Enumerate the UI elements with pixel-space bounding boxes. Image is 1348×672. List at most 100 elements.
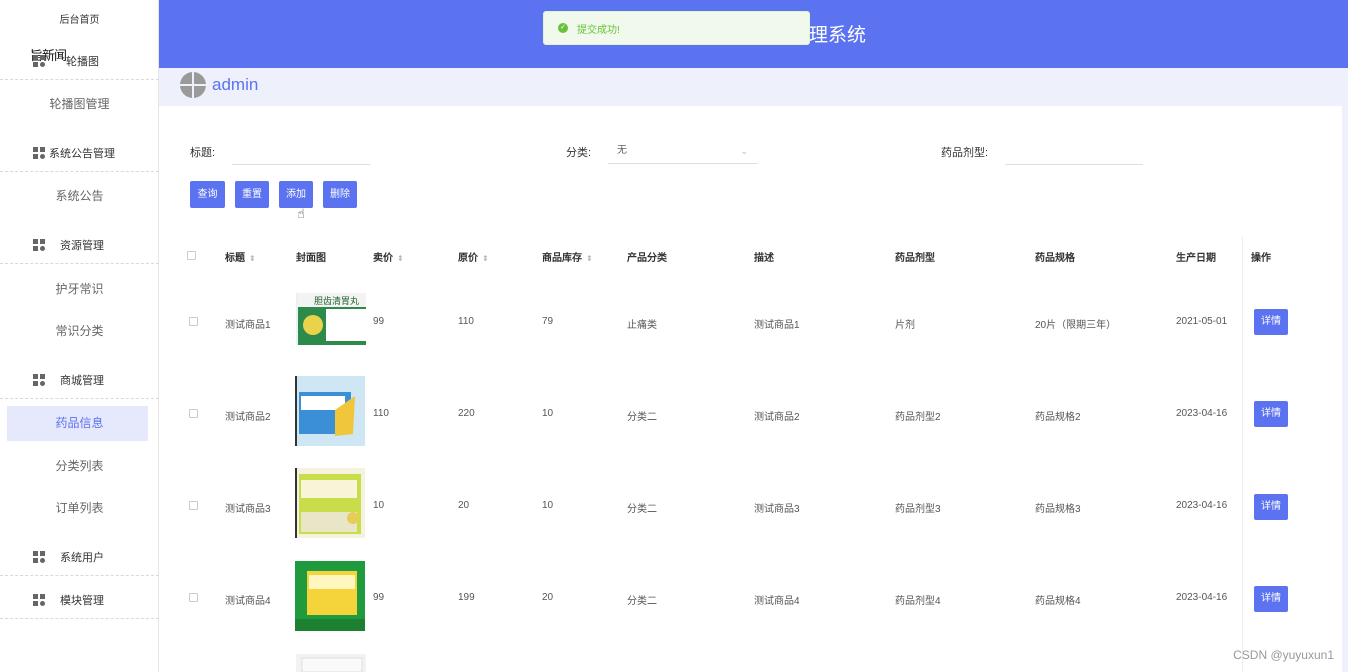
- sidebar-group-label: 系统用户: [60, 552, 104, 564]
- sidebar-item-category-list[interactable]: 分类列表: [0, 456, 159, 476]
- cell-price: 10: [373, 500, 385, 511]
- cell-stock: 20: [542, 592, 554, 603]
- cell-stock: 10: [542, 408, 554, 419]
- sidebar-home[interactable]: 后台首页: [0, 11, 159, 26]
- cell-date: 2023-04-16: [1176, 408, 1228, 419]
- cell-price: 99: [373, 316, 385, 327]
- svg-text:胆齿清胃丸: 胆齿清胃丸: [314, 295, 359, 307]
- row-checkbox[interactable]: [189, 501, 198, 510]
- column-header-price[interactable]: 卖价 ⬍: [373, 249, 404, 264]
- detail-button[interactable]: 详情: [1254, 494, 1288, 520]
- detail-button[interactable]: 详情: [1254, 309, 1288, 335]
- sidebar-group-shop[interactable]: 商城管理: [0, 365, 159, 395]
- cell-original-price: 110: [458, 316, 474, 327]
- grid-icon: [33, 594, 45, 606]
- product-cover-image[interactable]: [295, 468, 365, 538]
- grid-icon: [33, 551, 45, 563]
- cell-category: 分类二: [627, 504, 657, 515]
- divider: [0, 618, 159, 619]
- sidebar-group-carousel[interactable]: 轮播图: [0, 46, 159, 76]
- sidebar-item-notice[interactable]: 系统公告: [0, 186, 159, 206]
- cell-title: 测试商品4: [225, 596, 271, 607]
- cell-dosage: 药品剂型2: [895, 412, 941, 423]
- cell-dosage: 药品剂型3: [895, 504, 941, 515]
- query-button[interactable]: 查询: [190, 181, 225, 208]
- sidebar: 后台首页 旨新闻 轮播图 轮播图管理 系统公告管理 系统公告 资源管理 护牙常识…: [0, 0, 159, 672]
- column-header-stock[interactable]: 商品库存 ⬍: [542, 249, 593, 264]
- cell-spec: 药品规格3: [1035, 504, 1081, 515]
- cell-date: 2021-05-01: [1176, 316, 1228, 327]
- cell-description: 测试商品1: [754, 320, 800, 331]
- sort-icon: ⬍: [249, 254, 256, 263]
- sidebar-item-drug-info[interactable]: 药品信息: [0, 413, 159, 433]
- sidebar-group-label: 轮播图: [66, 56, 99, 68]
- delete-button[interactable]: 删除: [323, 181, 357, 208]
- product-cover-image[interactable]: [295, 376, 365, 446]
- sidebar-group-label: 系统公告管理: [49, 148, 115, 160]
- reset-button[interactable]: 重置: [235, 181, 269, 208]
- add-button[interactable]: 添加: [279, 181, 313, 208]
- sidebar-item-order-list[interactable]: 订单列表: [0, 498, 159, 518]
- cell-description: 测试商品4: [754, 596, 800, 607]
- category-filter-label: 分类:: [566, 147, 592, 159]
- product-cover-image[interactable]: [295, 561, 365, 631]
- sort-icon: ⬍: [482, 254, 489, 263]
- dosage-filter-input[interactable]: [1005, 139, 1143, 165]
- divider: [0, 79, 159, 80]
- cell-category: 分类二: [627, 596, 657, 607]
- sidebar-group-label: 资源管理: [60, 240, 104, 252]
- row-checkbox[interactable]: [189, 317, 198, 326]
- cell-dosage: 片剂: [895, 320, 915, 331]
- cell-title: 测试商品3: [225, 504, 271, 515]
- check-circle-icon: ✓: [558, 23, 568, 33]
- cell-description: 测试商品2: [754, 412, 800, 423]
- grid-icon: [33, 374, 45, 386]
- sidebar-group-resources[interactable]: 资源管理: [0, 230, 159, 260]
- dosage-filter-label: 药品剂型:: [941, 147, 989, 159]
- column-header-dosage: 药品剂型: [895, 253, 935, 264]
- sidebar-item-knowledge-category[interactable]: 常识分类: [0, 321, 159, 341]
- cell-stock: 79: [542, 316, 554, 327]
- product-cover-image-partial: [296, 654, 366, 672]
- select-all-checkbox[interactable]: [187, 251, 196, 260]
- divider: [0, 575, 159, 576]
- row-checkbox[interactable]: [189, 409, 198, 418]
- sidebar-group-users[interactable]: 系统用户: [0, 542, 159, 572]
- column-header-title[interactable]: 标题 ⬍: [225, 249, 256, 264]
- detail-button[interactable]: 详情: [1254, 401, 1288, 427]
- sidebar-item-carousel-manage[interactable]: 轮播图管理: [0, 94, 159, 114]
- title-filter-input[interactable]: [232, 139, 370, 165]
- user-bar: admin: [159, 68, 1348, 106]
- sidebar-group-modules[interactable]: 模块管理: [0, 585, 159, 615]
- grid-icon: [33, 147, 45, 159]
- chevron-down-icon: ⌄: [740, 146, 748, 156]
- username[interactable]: admin: [212, 75, 258, 95]
- cell-stock: 10: [542, 500, 554, 511]
- detail-button[interactable]: 详情: [1254, 586, 1288, 612]
- avatar[interactable]: [180, 72, 206, 98]
- column-header-action: 操作: [1251, 253, 1271, 264]
- title-filter-label: 标题:: [190, 147, 216, 159]
- cell-original-price: 20: [458, 500, 470, 511]
- cell-description: 测试商品3: [754, 504, 800, 515]
- grid-icon: [33, 55, 45, 67]
- cell-spec: 药品规格4: [1035, 596, 1081, 607]
- column-header-original-price[interactable]: 原价 ⬍: [458, 249, 489, 264]
- category-filter-select[interactable]: 无 ⌄: [608, 138, 758, 164]
- row-checkbox[interactable]: [189, 593, 198, 602]
- cell-spec: 药品规格2: [1035, 412, 1081, 423]
- divider: [0, 263, 159, 264]
- sidebar-item-dental-knowledge[interactable]: 护牙常识: [0, 279, 159, 299]
- category-select-value: 无: [617, 145, 627, 156]
- cell-category: 止痛类: [627, 320, 657, 331]
- toast-message: 提交成功!: [577, 24, 620, 36]
- product-cover-image[interactable]: 胆齿清胃丸: [296, 293, 366, 345]
- cell-date: 2023-04-16: [1176, 592, 1228, 603]
- divider: [0, 398, 159, 399]
- sidebar-group-notice[interactable]: 系统公告管理: [0, 138, 159, 168]
- hand-cursor-icon: ☝: [297, 206, 305, 221]
- sidebar-group-label: 模块管理: [60, 595, 104, 607]
- column-header-date: 生产日期: [1176, 253, 1216, 264]
- page-title: 理系统: [809, 25, 867, 46]
- column-header-category: 产品分类: [627, 253, 667, 264]
